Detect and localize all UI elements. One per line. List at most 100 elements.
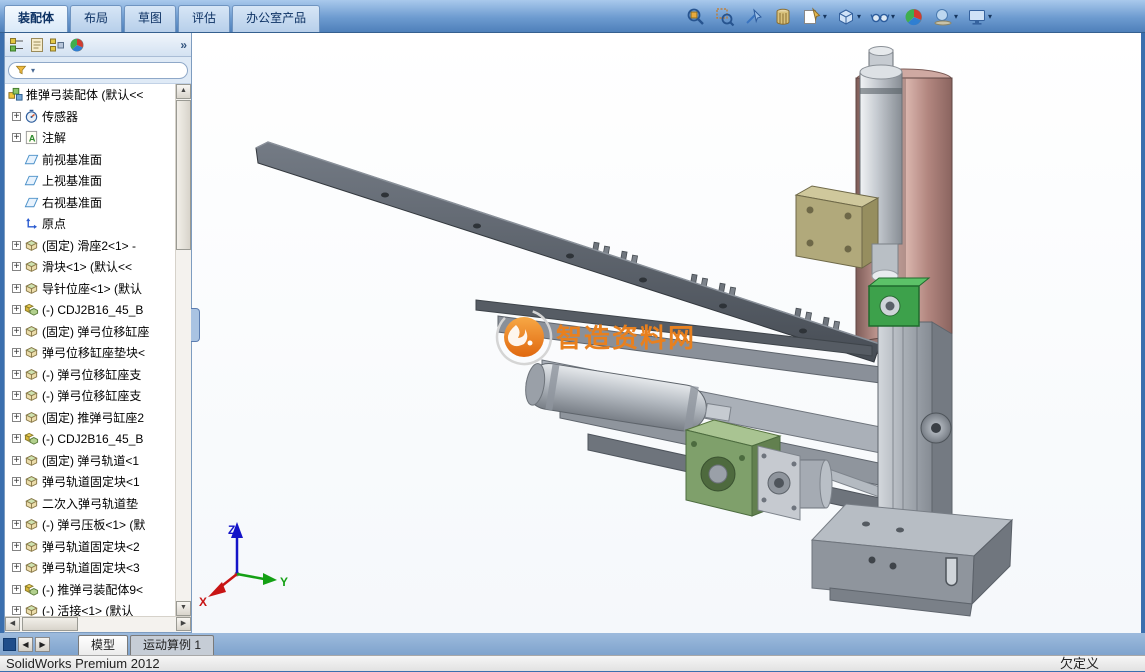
tree-item[interactable]: + (-) 弹弓位移缸座支: [5, 385, 176, 407]
expand-toggle[interactable]: +: [12, 563, 21, 573]
tree-item-label: (固定) 弹弓位移缸座: [42, 324, 150, 339]
expand-toggle[interactable]: +: [12, 455, 21, 465]
horizontal-scroll-track[interactable]: [20, 617, 176, 632]
assembly-model[interactable]: 智造资料网 Z X Y: [192, 32, 1141, 633]
expand-toggle[interactable]: +: [12, 240, 21, 250]
panel-toolbar-overflow-button[interactable]: »: [180, 38, 187, 52]
assembly-root-icon: [8, 87, 23, 102]
mounting-bracket-part[interactable]: [794, 185, 880, 269]
section-view-button[interactable]: [770, 4, 796, 30]
expand-toggle[interactable]: +: [12, 262, 21, 272]
scroll-up-button[interactable]: ▲: [176, 84, 191, 99]
base-plate-part[interactable]: [810, 503, 1014, 617]
document-tab-0[interactable]: 模型: [78, 635, 129, 655]
dropdown-caret-icon[interactable]: ▾: [891, 12, 895, 21]
configuration-manager-tab-button[interactable]: [49, 37, 65, 53]
zoom-fit-button[interactable]: [683, 4, 709, 30]
tree-item[interactable]: + (固定) 推弹弓缸座2: [5, 407, 176, 429]
expand-toggle[interactable]: +: [12, 434, 21, 444]
part-icon: [24, 324, 39, 339]
expand-toggle[interactable]: +: [12, 606, 21, 616]
tree-item[interactable]: 原点: [5, 213, 176, 235]
ribbon-tab-4[interactable]: 办公室产品: [232, 5, 321, 32]
expand-toggle[interactable]: +: [12, 541, 21, 551]
tree-item[interactable]: 上视基准面: [5, 170, 176, 192]
featuremanager-tree-icon: [9, 37, 25, 53]
expand-toggle[interactable]: +: [12, 305, 21, 315]
apply-scene-button[interactable]: ▾: [930, 4, 961, 30]
part-icon: [24, 388, 39, 403]
tree-item[interactable]: + (固定) 弹弓轨道<1: [5, 450, 176, 472]
vertical-scroll-thumb[interactable]: [176, 100, 191, 250]
tree-item[interactable]: + (-) 推弹弓装配体9<: [5, 579, 176, 601]
tab-splitter-handle[interactable]: [3, 637, 16, 651]
tree-item[interactable]: + 导针位座<1> (默认: [5, 278, 176, 300]
panel-splitter-handle[interactable]: [191, 308, 200, 342]
ribbon-tab-1[interactable]: 布局: [70, 5, 123, 32]
tree-item[interactable]: + (-) 弹弓位移缸座支: [5, 364, 176, 386]
scroll-down-button[interactable]: ▼: [176, 601, 191, 616]
scroll-right-button[interactable]: ▶: [176, 617, 191, 631]
tree-item[interactable]: + 传感器: [5, 106, 176, 128]
view-orientation-button[interactable]: ▾: [833, 4, 864, 30]
tree-horizontal-scrollbar[interactable]: ◀ ▶: [5, 616, 191, 632]
tree-item[interactable]: 二次入弹弓轨道垫: [5, 493, 176, 515]
tree-item[interactable]: + A 注解: [5, 127, 176, 149]
tab-scroll-left-icon[interactable]: ◀: [18, 636, 33, 652]
dropdown-caret-icon[interactable]: ▾: [823, 12, 827, 21]
expand-toggle[interactable]: +: [12, 391, 21, 401]
scroll-left-button[interactable]: ◀: [5, 617, 20, 631]
filter-box[interactable]: ▾: [8, 61, 188, 79]
expand-toggle[interactable]: +: [12, 520, 21, 530]
document-tab-1[interactable]: 运动算例 1: [130, 635, 215, 655]
drawing-view-button[interactable]: ▾: [799, 4, 830, 30]
expand-toggle[interactable]: +: [12, 111, 21, 121]
tab-scroll-right-icon[interactable]: ▶: [35, 636, 50, 652]
edit-appearance-button[interactable]: [901, 4, 927, 30]
hide-show-items-button[interactable]: ▾: [867, 4, 898, 30]
view-settings-button[interactable]: ▾: [964, 4, 995, 30]
tree-item[interactable]: 右视基准面: [5, 192, 176, 214]
tree-item-label: 二次入弹弓轨道垫: [42, 496, 139, 511]
tree-item-label: (-) 活接<1> (默认: [42, 604, 134, 616]
dropdown-caret-icon[interactable]: ▾: [954, 12, 958, 21]
dropdown-caret-icon[interactable]: ▾: [988, 12, 992, 21]
featuremanager-tree-tab-button[interactable]: [9, 37, 25, 53]
graphics-viewport[interactable]: 智造资料网 Z X Y: [192, 32, 1141, 633]
tree-item[interactable]: + (固定) 滑座2<1> -: [5, 235, 176, 257]
annotation-icon: A: [24, 130, 39, 145]
expand-toggle[interactable]: +: [12, 584, 21, 594]
expand-toggle[interactable]: +: [12, 412, 21, 422]
expand-toggle[interactable]: +: [12, 283, 21, 293]
tree-item[interactable]: + (-) 活接<1> (默认: [5, 600, 176, 616]
tree-item[interactable]: + 弹弓位移缸座垫块<: [5, 342, 176, 364]
tree-item[interactable]: + (-) CDJ2B16_45_B: [5, 299, 176, 321]
dropdown-caret-icon[interactable]: ▾: [857, 12, 861, 21]
expand-toggle[interactable]: +: [12, 369, 21, 379]
tree-vertical-scrollbar[interactable]: ▲ ▼: [175, 84, 191, 616]
tree-item[interactable]: + 弹弓轨道固定块<2: [5, 536, 176, 558]
previous-view-icon: [744, 7, 764, 27]
previous-view-button[interactable]: [741, 4, 767, 30]
horizontal-scroll-thumb[interactable]: [22, 617, 78, 631]
zoom-area-button[interactable]: [712, 4, 738, 30]
expand-toggle[interactable]: +: [12, 348, 21, 358]
property-manager-tab-button[interactable]: [29, 37, 45, 53]
tree-root-item[interactable]: 推弹弓装配体 (默认<<: [5, 84, 176, 106]
tree-item[interactable]: + (固定) 弹弓位移缸座: [5, 321, 176, 343]
tree-item[interactable]: + 弹弓轨道固定块<3: [5, 557, 176, 579]
display-manager-tab-button[interactable]: [69, 37, 85, 53]
expand-toggle[interactable]: +: [12, 477, 21, 487]
tree-item[interactable]: + 弹弓轨道固定块<1: [5, 471, 176, 493]
ribbon-tab-3[interactable]: 评估: [178, 5, 231, 32]
expand-toggle[interactable]: +: [12, 326, 21, 336]
expand-toggle[interactable]: +: [12, 133, 21, 143]
tree-item[interactable]: + (-) 弹弓压板<1> (默: [5, 514, 176, 536]
tree-item[interactable]: + 滑块<1> (默认<<: [5, 256, 176, 278]
ribbon-tab-0[interactable]: 装配体: [4, 5, 69, 32]
tree-item[interactable]: 前视基准面: [5, 149, 176, 171]
ribbon-tab-2[interactable]: 草图: [124, 5, 177, 32]
filter-dropdown-caret-icon[interactable]: ▾: [31, 66, 35, 75]
tree-item[interactable]: + (-) CDJ2B16_45_B: [5, 428, 176, 450]
adjustment-wheel-part[interactable]: [920, 412, 952, 444]
